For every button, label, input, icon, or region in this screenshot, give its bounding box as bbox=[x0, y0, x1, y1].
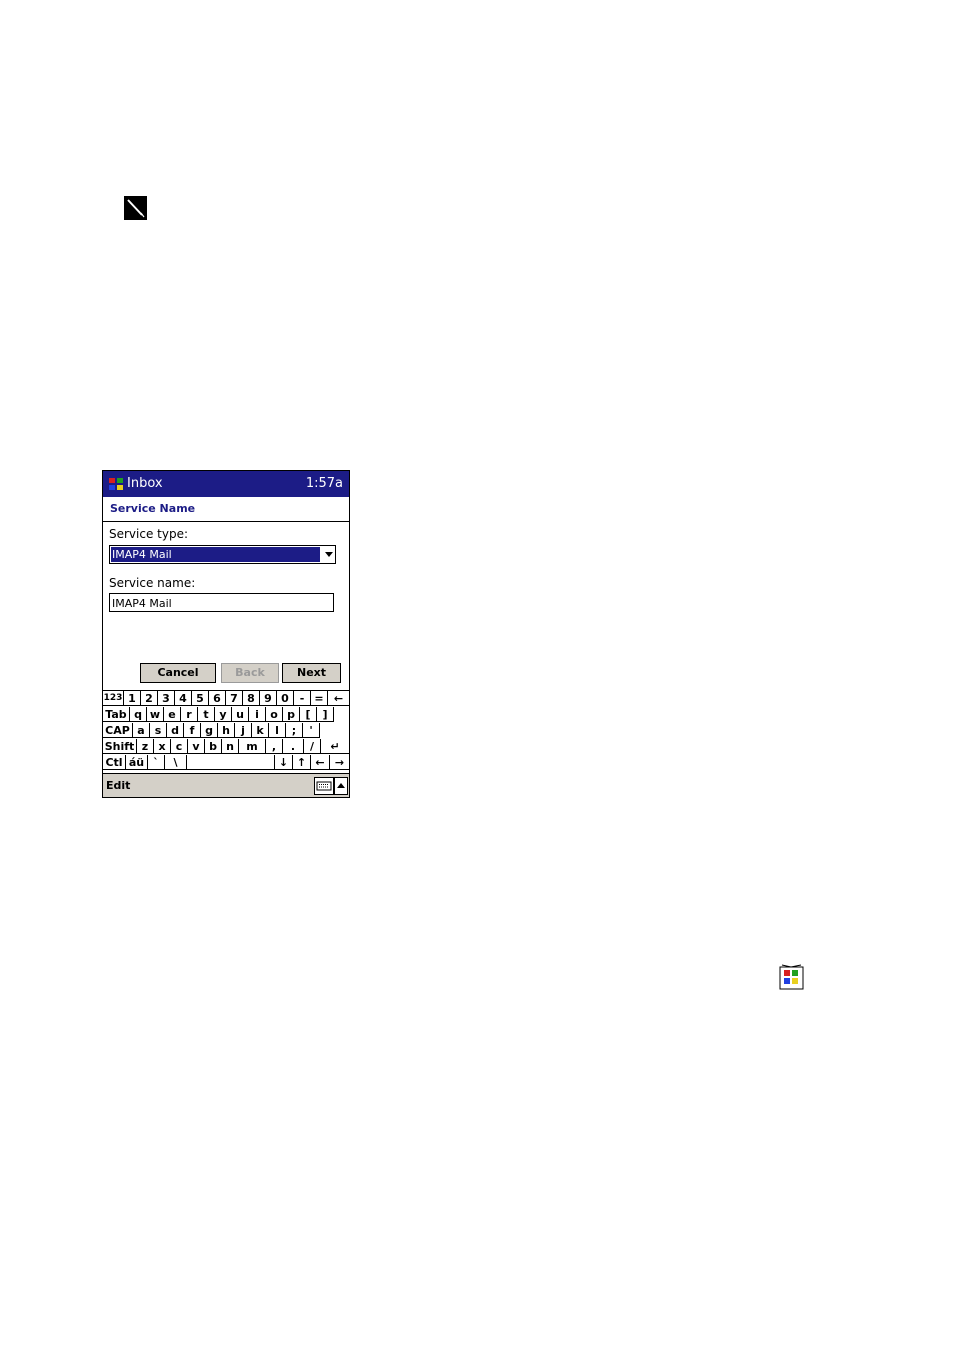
page-header: Service Name bbox=[103, 497, 349, 522]
service-type-label: Service type: bbox=[109, 527, 189, 541]
input-panel-arrow-button[interactable] bbox=[334, 777, 348, 795]
key[interactable]: ; bbox=[286, 723, 303, 738]
title-bar: Inbox 1:57a bbox=[103, 471, 349, 497]
key[interactable]: - bbox=[294, 691, 311, 706]
key[interactable]: Tab bbox=[103, 707, 130, 722]
key[interactable]: 8 bbox=[243, 691, 260, 706]
key[interactable]: j bbox=[235, 723, 252, 738]
key[interactable]: 2 bbox=[141, 691, 158, 706]
edit-menu[interactable]: Edit bbox=[106, 779, 130, 792]
key[interactable]: r bbox=[181, 707, 198, 722]
key[interactable]: l bbox=[269, 723, 286, 738]
key[interactable]: , bbox=[266, 739, 283, 754]
key[interactable]: ↓ bbox=[275, 755, 293, 770]
key[interactable]: CAP bbox=[103, 723, 133, 738]
enter-key[interactable]: ↵ bbox=[321, 739, 349, 754]
key[interactable]: 4 bbox=[175, 691, 192, 706]
key[interactable]: w bbox=[147, 707, 164, 722]
key[interactable]: g bbox=[201, 723, 218, 738]
key[interactable]: = bbox=[311, 691, 328, 706]
key[interactable]: v bbox=[188, 739, 205, 754]
key[interactable]: y bbox=[215, 707, 232, 722]
key[interactable]: p bbox=[283, 707, 300, 722]
key[interactable]: m bbox=[239, 739, 266, 754]
key[interactable]: q bbox=[130, 707, 147, 722]
service-name-input[interactable]: IMAP4 Mail bbox=[109, 593, 334, 612]
key[interactable]: 5 bbox=[192, 691, 209, 706]
key[interactable]: a bbox=[133, 723, 150, 738]
key[interactable]: o bbox=[266, 707, 283, 722]
pocketpc-screen: Inbox 1:57a Service Name Service type: I… bbox=[102, 470, 350, 798]
space-key[interactable] bbox=[187, 755, 275, 770]
key[interactable]: x bbox=[154, 739, 171, 754]
key[interactable]: ' bbox=[303, 723, 320, 738]
chevron-up-icon bbox=[337, 783, 345, 788]
key[interactable]: / bbox=[304, 739, 321, 754]
page-title: Service Name bbox=[110, 502, 196, 515]
windows-flag-icon[interactable] bbox=[107, 475, 125, 493]
key[interactable]: Shift bbox=[103, 739, 137, 754]
app-title: Inbox bbox=[127, 476, 163, 491]
key[interactable]: → bbox=[330, 755, 349, 770]
key[interactable]: 7 bbox=[226, 691, 243, 706]
backspace-key[interactable]: ← bbox=[328, 691, 349, 706]
key[interactable]: \ bbox=[165, 755, 187, 770]
service-type-value: IMAP4 Mail bbox=[111, 547, 320, 562]
key[interactable]: 3 bbox=[158, 691, 175, 706]
menu-bar: Edit bbox=[103, 773, 349, 797]
key[interactable]: n bbox=[222, 739, 239, 754]
cancel-button[interactable]: Cancel bbox=[140, 663, 216, 683]
key[interactable]: u bbox=[232, 707, 249, 722]
keyboard-row-5: Ctl áü ` \ ↓ ↑ ← → bbox=[103, 755, 349, 771]
key[interactable]: 123 bbox=[103, 691, 124, 706]
key[interactable]: t bbox=[198, 707, 215, 722]
next-button[interactable]: Next bbox=[282, 663, 341, 683]
key[interactable]: f bbox=[184, 723, 201, 738]
key[interactable]: Ctl bbox=[103, 755, 126, 770]
key[interactable]: i bbox=[249, 707, 266, 722]
keyboard-icon[interactable] bbox=[314, 777, 334, 795]
service-type-dropdown[interactable]: IMAP4 Mail bbox=[109, 545, 336, 564]
key[interactable]: k bbox=[252, 723, 269, 738]
key[interactable]: 1 bbox=[124, 691, 141, 706]
key[interactable]: e bbox=[164, 707, 181, 722]
key[interactable]: z bbox=[137, 739, 154, 754]
dropdown-arrow-icon[interactable] bbox=[325, 552, 333, 557]
key[interactable]: . bbox=[283, 739, 304, 754]
key[interactable]: h bbox=[218, 723, 235, 738]
keyboard-row-3: CAP a s d f g h j k l ; ' bbox=[103, 723, 349, 739]
key[interactable]: ← bbox=[311, 755, 330, 770]
key[interactable]: ] bbox=[317, 707, 334, 722]
stylus-icon bbox=[124, 196, 147, 220]
key[interactable]: 0 bbox=[277, 691, 294, 706]
clock[interactable]: 1:57a bbox=[306, 475, 343, 493]
key[interactable]: ` bbox=[148, 755, 165, 770]
key[interactable]: áü bbox=[126, 755, 148, 770]
key[interactable]: d bbox=[167, 723, 184, 738]
key[interactable]: 9 bbox=[260, 691, 277, 706]
inbox-icon bbox=[779, 964, 804, 990]
keyboard-row-1: 123 1 2 3 4 5 6 7 8 9 0 - = ← bbox=[103, 691, 349, 707]
back-button[interactable]: Back bbox=[221, 663, 279, 683]
key[interactable]: c bbox=[171, 739, 188, 754]
key[interactable]: s bbox=[150, 723, 167, 738]
key[interactable]: [ bbox=[300, 707, 317, 722]
keyboard-row-2: Tab q w e r t y u i o p [ ] bbox=[103, 707, 349, 723]
service-name-label: Service name: bbox=[109, 576, 196, 590]
key[interactable]: 6 bbox=[209, 691, 226, 706]
key[interactable]: ↑ bbox=[293, 755, 311, 770]
key[interactable]: b bbox=[205, 739, 222, 754]
soft-keyboard: 123 1 2 3 4 5 6 7 8 9 0 - = ← Tab q w e … bbox=[103, 690, 349, 773]
keyboard-row-4: Shift z x c v b n m , . / ↵ bbox=[103, 739, 349, 755]
